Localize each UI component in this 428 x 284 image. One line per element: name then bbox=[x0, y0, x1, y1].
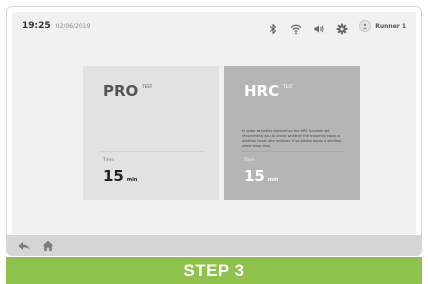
step-banner: STEP 3 bbox=[6, 257, 422, 284]
bottom-nav-bar bbox=[7, 235, 421, 255]
status-bar: 19:25 02/06/2019 Runner 1 bbox=[12, 12, 416, 40]
back-button[interactable] bbox=[17, 239, 31, 253]
home-icon bbox=[42, 240, 54, 251]
hrc-test-card[interactable]: HRC TEST In order to better experience th… bbox=[224, 66, 360, 200]
pro-title-text: PRO bbox=[103, 82, 139, 100]
step-label: STEP 3 bbox=[183, 260, 245, 280]
pro-test-badge: TEST bbox=[142, 84, 153, 89]
user-avatar-icon bbox=[359, 20, 372, 32]
pro-test-card[interactable]: PRO TEST Time 15 min bbox=[83, 66, 219, 200]
user-profile-button[interactable]: Runner 1 bbox=[359, 20, 406, 32]
hrc-time-number: 15 bbox=[244, 167, 265, 185]
back-arrow-icon bbox=[18, 242, 30, 250]
hrc-description: In order to better experience the HRC fu… bbox=[242, 129, 342, 148]
pro-time-label: Time bbox=[103, 158, 115, 163]
hrc-time-unit: min bbox=[267, 177, 279, 183]
pro-time-value: 15 min bbox=[103, 167, 137, 185]
bluetooth-icon[interactable] bbox=[267, 20, 279, 35]
hrc-time-label: Time bbox=[244, 158, 256, 163]
hrc-test-badge: TEST bbox=[283, 84, 294, 89]
wifi-icon[interactable] bbox=[290, 20, 302, 35]
settings-gear-icon[interactable] bbox=[336, 20, 348, 35]
hrc-card-divider bbox=[242, 151, 344, 152]
clock-time: 19:25 bbox=[22, 21, 51, 31]
pro-card-title: PRO TEST bbox=[103, 82, 152, 100]
hrc-title-text: HRC bbox=[244, 82, 280, 100]
pro-card-divider bbox=[101, 151, 203, 152]
pro-time-unit: min bbox=[126, 177, 138, 183]
home-button[interactable] bbox=[41, 239, 55, 253]
treadmill-console: 19:25 02/06/2019 Runner 1 PRO TEST Time … bbox=[6, 6, 422, 256]
console-screen: 19:25 02/06/2019 Runner 1 PRO TEST Time … bbox=[12, 12, 416, 234]
hrc-time-value: 15 min bbox=[244, 167, 278, 185]
clock-date: 02/06/2019 bbox=[55, 23, 91, 30]
clock: 19:25 02/06/2019 bbox=[22, 21, 90, 31]
pro-time-number: 15 bbox=[103, 167, 124, 185]
status-icons: Runner 1 bbox=[267, 18, 406, 35]
volume-icon[interactable] bbox=[313, 20, 325, 33]
hrc-card-title: HRC TEST bbox=[244, 82, 293, 100]
user-name-label: Runner 1 bbox=[375, 22, 406, 30]
